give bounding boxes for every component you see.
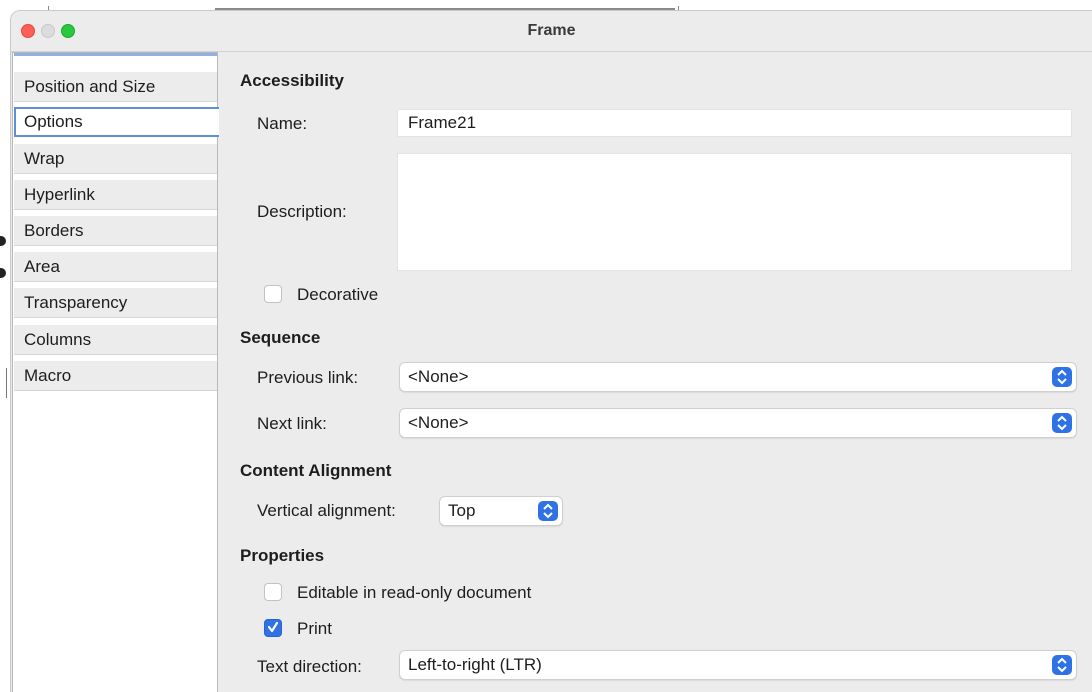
tab-borders[interactable]: Borders xyxy=(14,216,217,246)
chevron-updown-icon xyxy=(1052,367,1072,387)
chevron-updown-icon xyxy=(538,501,558,521)
dialog-title: Frame xyxy=(527,22,576,39)
tab-wrap[interactable]: Wrap xyxy=(14,144,217,174)
print-label: Print xyxy=(297,619,332,638)
editable-checkbox[interactable] xyxy=(264,583,282,601)
print-checkbox[interactable] xyxy=(264,619,282,637)
name-label: Name: xyxy=(257,114,308,133)
options-panel: Accessibility Name: Frame21 Description:… xyxy=(218,52,1082,692)
tab-hyperlink[interactable]: Hyperlink xyxy=(14,180,217,210)
background-line xyxy=(6,368,7,398)
description-textarea[interactable] xyxy=(397,153,1072,271)
vertical-alignment-label: Vertical alignment: xyxy=(257,501,396,520)
next-link-value: <None> xyxy=(408,413,469,432)
tab-transparency[interactable]: Transparency xyxy=(14,288,217,318)
tab-macro[interactable]: Macro xyxy=(14,361,217,391)
chevron-updown-icon xyxy=(1052,655,1072,675)
previous-link-value: <None> xyxy=(408,367,469,386)
tab-columns[interactable]: Columns xyxy=(14,325,217,355)
next-link-label: Next link: xyxy=(257,414,327,433)
text-direction-select[interactable]: Left-to-right (LTR) xyxy=(399,650,1077,680)
editable-label: Editable in read-only document xyxy=(297,583,532,602)
chevron-updown-icon xyxy=(1052,413,1072,433)
decorative-label: Decorative xyxy=(297,285,379,304)
tab-position-and-size[interactable]: Position and Size xyxy=(14,72,217,102)
decorative-checkbox[interactable] xyxy=(264,285,282,303)
title-bar: Frame xyxy=(11,11,1092,52)
tab-list: Position and Size Options Wrap Hyperlink… xyxy=(12,52,219,692)
description-label: Description: xyxy=(257,202,347,221)
sequence-heading: Sequence xyxy=(240,328,321,347)
previous-link-select[interactable]: <None> xyxy=(399,362,1077,392)
accessibility-heading: Accessibility xyxy=(240,71,344,90)
tab-list-accent xyxy=(14,53,217,56)
vertical-alignment-select[interactable]: Top xyxy=(439,496,563,526)
tab-options[interactable]: Options xyxy=(14,107,219,137)
previous-link-label: Previous link: xyxy=(257,368,359,387)
background-strip-left xyxy=(0,0,10,692)
content-alignment-heading: Content Alignment xyxy=(240,461,392,480)
checkmark-icon xyxy=(268,621,278,633)
tab-area[interactable]: Area xyxy=(14,252,217,282)
text-direction-value: Left-to-right (LTR) xyxy=(408,655,542,674)
properties-heading: Properties xyxy=(240,546,325,565)
name-field[interactable]: Frame21 xyxy=(397,109,1072,137)
next-link-select[interactable]: <None> xyxy=(399,408,1077,438)
vertical-alignment-value: Top xyxy=(448,501,476,520)
text-direction-label: Text direction: xyxy=(257,657,362,676)
